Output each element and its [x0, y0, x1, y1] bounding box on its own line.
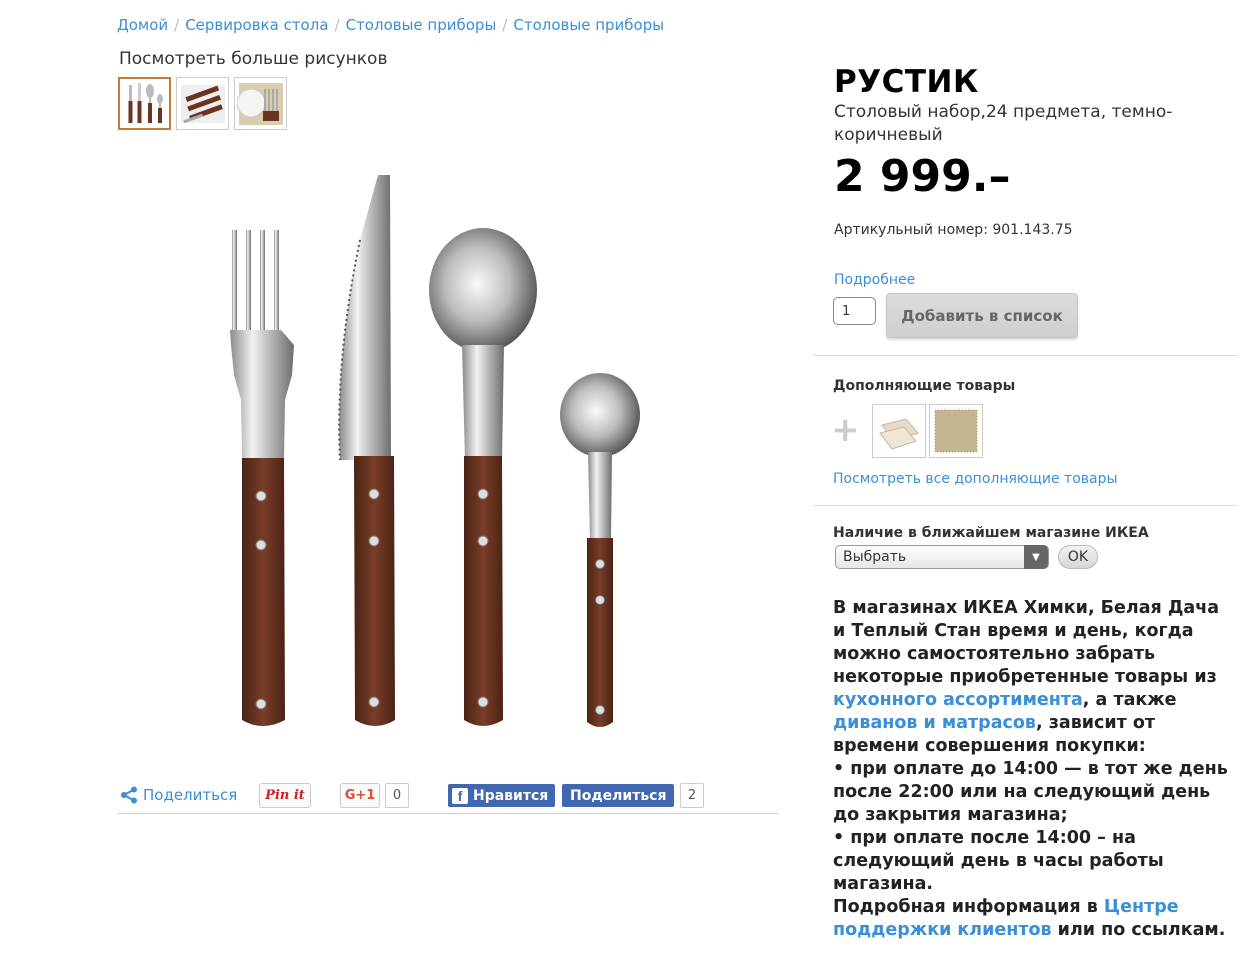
sofas-mattresses-link[interactable]: диванов и матрасов [833, 713, 1036, 733]
details-link[interactable]: Подробнее [834, 272, 915, 288]
pinterest-button[interactable]: Pin it [259, 783, 311, 808]
pickup-info-text: В магазинах ИКЕА Химки, Белая Дача и Теп… [833, 597, 1233, 942]
facebook-icon: f [452, 787, 468, 804]
divider [813, 355, 1238, 356]
plus-icon: + [831, 410, 860, 450]
main-product-image[interactable] [200, 160, 670, 750]
teaspoon-image [560, 373, 640, 727]
thumbnail-cutlery-set[interactable] [118, 77, 171, 130]
complementary-thumbnails [872, 404, 983, 458]
info-bullet: • при оплате до 14:00 — в тот же день по… [833, 759, 1228, 825]
info-bullet: • при оплате после 14:00 – на следующий … [833, 828, 1164, 894]
thumbnail-cutlery-box[interactable] [176, 77, 229, 130]
breadcrumb-cutlery[interactable]: Столовые приборы [346, 16, 497, 34]
share-bar: Поделиться Pin it G+1 0 f Нравится Подел… [118, 780, 778, 814]
info-text: или по ссылкам. [1051, 920, 1226, 940]
info-text: , а также [1082, 690, 1177, 710]
knife-image [338, 175, 395, 726]
info-text: В магазинах ИКЕА Химки, Белая Дача и Теп… [833, 598, 1220, 687]
breadcrumb-separator: / [334, 16, 340, 34]
ok-button[interactable]: OK [1058, 545, 1098, 569]
image-thumbnails [118, 77, 287, 130]
kitchen-assortment-link[interactable]: кухонного ассортимента [833, 690, 1083, 710]
google-plus-button[interactable]: G+1 [340, 783, 380, 808]
complementary-item-placemat[interactable] [929, 404, 983, 458]
store-select[interactable]: Выбрать ▼ [835, 545, 1049, 569]
see-all-complementary-link[interactable]: Посмотреть все дополняющие товары [833, 471, 1118, 487]
breadcrumb: Домой / Сервировка стола / Столовые приборы /… [117, 16, 664, 34]
breadcrumb-table-setting[interactable]: Сервировка стола [185, 16, 328, 34]
share-label: Поделиться [143, 786, 238, 804]
breadcrumb-cutlery-current[interactable]: Столовые приборы [513, 16, 664, 34]
facebook-like-label: Нравится [473, 787, 549, 804]
product-description: Столовый набор,24 предмета, темно-коричн… [834, 102, 1173, 145]
availability-title: Наличие в ближайшем магазине ИКЕА [833, 525, 1149, 541]
quantity-input[interactable] [833, 297, 876, 325]
facebook-share-button[interactable]: Поделиться [562, 784, 675, 807]
share-link[interactable]: Поделиться [120, 786, 237, 804]
store-select-value: Выбрать [843, 549, 907, 565]
info-text: Подробная информация в [833, 897, 1104, 917]
dropdown-arrow-icon: ▼ [1024, 545, 1048, 569]
breadcrumb-separator: / [174, 16, 180, 34]
product-price: 2 999.– [834, 151, 1011, 202]
breadcrumb-separator: / [502, 16, 508, 34]
divider [813, 505, 1238, 506]
complementary-item-napkins[interactable] [872, 404, 926, 458]
complementary-title: Дополняющие товары [833, 378, 1016, 394]
thumbnail-table-setting[interactable] [234, 77, 287, 130]
add-to-list-button[interactable]: Добавить в список [886, 293, 1078, 338]
google-plus-count: 0 [385, 783, 409, 808]
more-pictures-label: Посмотреть больше рисунков [119, 49, 388, 69]
share-icon [121, 786, 137, 804]
fork-image [230, 230, 294, 726]
facebook-like-button[interactable]: f Нравится [448, 784, 556, 807]
tablespoon-image [429, 228, 537, 726]
article-number: Артикульный номер: 901.143.75 [834, 222, 1073, 238]
breadcrumb-home[interactable]: Домой [117, 16, 168, 34]
product-name: РУСТИК [834, 64, 979, 100]
facebook-share-count: 2 [680, 783, 704, 808]
